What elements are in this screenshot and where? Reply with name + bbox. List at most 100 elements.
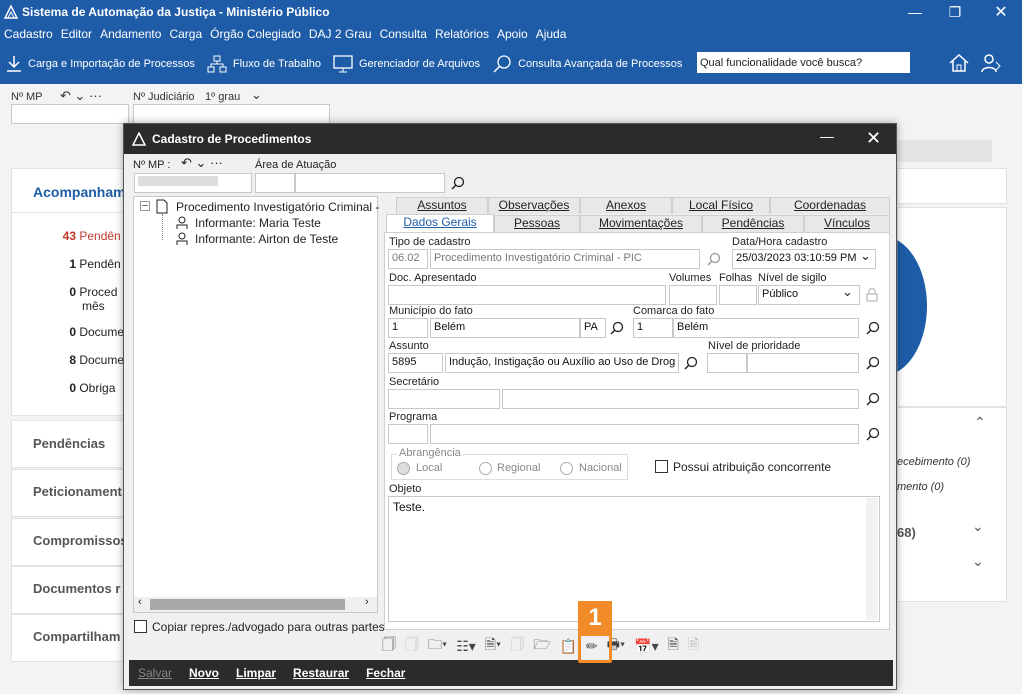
search-icon[interactable] bbox=[684, 356, 698, 370]
menu-daj2grau[interactable]: DAJ 2 Grau bbox=[305, 27, 376, 41]
prioridade-name-field[interactable] bbox=[747, 353, 859, 373]
document-edit-icon[interactable]: 🗎 bbox=[668, 634, 679, 658]
tab-local-fisico[interactable]: Local Físico bbox=[672, 197, 770, 214]
fechar-button[interactable]: Fechar bbox=[366, 666, 405, 680]
menu-apoio[interactable]: Apoio bbox=[493, 27, 532, 41]
chevron-down-icon[interactable]: ⌄ bbox=[251, 87, 262, 103]
stat-row[interactable]: 0 Docume bbox=[56, 325, 131, 339]
feature-search-input[interactable] bbox=[697, 52, 910, 73]
search-icon[interactable] bbox=[451, 176, 465, 190]
scroll-right-icon[interactable]: › bbox=[365, 596, 369, 608]
area-code-field[interactable] bbox=[255, 173, 295, 193]
gerenciador-arquivos-button[interactable]: Gerenciador de Arquivos bbox=[333, 55, 480, 73]
restaurar-button[interactable]: Restaurar bbox=[293, 666, 349, 680]
search-icon[interactable] bbox=[866, 321, 880, 335]
search-icon[interactable] bbox=[866, 427, 880, 441]
fluxo-trabalho-button[interactable]: Fluxo de Trabalho bbox=[207, 55, 321, 73]
menu-orgao-colegiado[interactable]: Órgão Colegiado bbox=[206, 27, 305, 41]
collapse-icon[interactable]: – bbox=[140, 201, 150, 211]
stat-row[interactable]: 8 Docume bbox=[56, 353, 131, 367]
tab-pessoas[interactable]: Pessoas bbox=[494, 215, 580, 232]
menu-consulta[interactable]: Consulta bbox=[376, 27, 431, 41]
restore-icon[interactable]: ❐ bbox=[934, 0, 976, 24]
consulta-avancada-button[interactable]: Consulta Avançada de Processos bbox=[492, 55, 682, 73]
minimize-icon[interactable]: — bbox=[894, 0, 936, 24]
radio-local[interactable] bbox=[397, 462, 410, 475]
right-item[interactable]: mento (0) bbox=[897, 481, 944, 493]
right-item[interactable]: ecebimento (0) bbox=[897, 456, 970, 468]
doc-field[interactable] bbox=[388, 285, 666, 305]
undo-icon[interactable]: ↶ ⌄ ··· bbox=[181, 155, 223, 171]
municipio-code-field[interactable]: 1 bbox=[388, 318, 428, 338]
concorrente-checkbox[interactable] bbox=[655, 460, 668, 473]
open-folder-icon[interactable]: 🗁 bbox=[533, 634, 550, 658]
user-switch-icon[interactable] bbox=[980, 52, 1002, 74]
datahora-field[interactable]: 25/03/2023 03:10:59 PM bbox=[732, 249, 876, 269]
close-icon[interactable]: ✕ bbox=[866, 128, 881, 149]
calendar-icon[interactable]: 📅▾ bbox=[634, 638, 658, 655]
limpar-button[interactable]: Limpar bbox=[236, 666, 276, 680]
folder-icon[interactable]: 🗀▾ bbox=[428, 634, 447, 658]
menu-carga[interactable]: Carga bbox=[165, 27, 206, 41]
search-icon[interactable] bbox=[866, 356, 880, 370]
menu-ajuda[interactable]: Ajuda bbox=[532, 27, 571, 41]
secretario-code-field[interactable] bbox=[388, 389, 500, 409]
chevron-down-icon[interactable]: ⌄ bbox=[842, 284, 853, 300]
copiar-checkbox[interactable] bbox=[134, 620, 147, 633]
objeto-scrollbar[interactable] bbox=[866, 498, 878, 620]
programa-code-field[interactable] bbox=[388, 424, 428, 444]
municipio-name-field[interactable]: Belém bbox=[430, 318, 580, 338]
tab-dados-gerais[interactable]: Dados Gerais bbox=[386, 214, 494, 232]
tipo-desc-field[interactable]: Procedimento Investigatório Criminal - P… bbox=[430, 249, 700, 269]
close-icon[interactable]: ✕ bbox=[980, 0, 1022, 24]
stat-row[interactable]: 43 Pendên bbox=[56, 229, 131, 243]
menu-cadastro[interactable]: Cadastro bbox=[0, 27, 57, 41]
add-document-icon[interactable]: 🗍 bbox=[382, 634, 396, 658]
programa-name-field[interactable] bbox=[430, 424, 859, 444]
tree-child-item[interactable]: Informante: Airton de Teste bbox=[195, 232, 338, 246]
radio-regional[interactable] bbox=[479, 462, 492, 475]
area-name-field[interactable] bbox=[295, 173, 445, 193]
carga-importacao-button[interactable]: Carga e Importação de Processos bbox=[6, 55, 195, 73]
search-icon[interactable] bbox=[707, 252, 721, 266]
tab-coordenadas[interactable]: Coordenadas bbox=[770, 197, 890, 214]
secretario-name-field[interactable] bbox=[502, 389, 859, 409]
minimize-icon[interactable]: — bbox=[820, 128, 834, 144]
tab-observacoes[interactable]: Observações bbox=[488, 197, 580, 214]
undo-icon[interactable]: ↶ ⌄ ··· bbox=[60, 88, 102, 104]
search-icon[interactable] bbox=[866, 392, 880, 406]
tree-child-item[interactable]: Informante: Maria Teste bbox=[195, 216, 321, 230]
municipio-uf-field[interactable]: PA bbox=[580, 318, 606, 338]
chevron-up-icon[interactable]: ⌃ bbox=[974, 414, 986, 431]
objeto-textarea[interactable]: Teste. bbox=[388, 496, 880, 622]
stat-row[interactable]: 0 Proced mês bbox=[56, 285, 131, 313]
chevron-down-icon[interactable]: ⌄ bbox=[972, 553, 984, 570]
nmp-field[interactable] bbox=[134, 173, 252, 193]
prioridade-code-field[interactable] bbox=[707, 353, 747, 373]
tipo-code-field[interactable]: 06.02 bbox=[388, 249, 428, 269]
chevron-down-icon[interactable]: ⌄ bbox=[972, 518, 984, 535]
bg-njud-field[interactable] bbox=[133, 104, 330, 124]
novo-button[interactable]: Novo bbox=[189, 666, 219, 680]
assunto-desc-field[interactable]: Indução, Instigação ou Auxílio ao Uso de… bbox=[445, 353, 679, 373]
clipboard-copy-icon[interactable]: 📋 bbox=[560, 638, 577, 655]
documents-stack-icon[interactable]: 🗎▾ bbox=[485, 634, 501, 658]
tab-movimentacoes[interactable]: Movimentações bbox=[580, 215, 702, 232]
scroll-left-icon[interactable]: ‹ bbox=[138, 596, 142, 608]
menu-relatorios[interactable]: Relatórios bbox=[431, 27, 493, 41]
home-icon[interactable] bbox=[948, 52, 970, 74]
folhas-field[interactable] bbox=[719, 285, 757, 305]
radio-nacional[interactable] bbox=[560, 462, 573, 475]
tab-pendencias[interactable]: Pendências bbox=[702, 215, 804, 232]
assunto-code-field[interactable]: 5895 bbox=[388, 353, 443, 373]
chevron-down-icon[interactable]: ⌄ bbox=[860, 248, 871, 264]
comarca-code-field[interactable]: 1 bbox=[633, 318, 673, 338]
menu-editor[interactable]: Editor bbox=[57, 27, 96, 41]
scroll-thumb[interactable] bbox=[150, 599, 345, 610]
tab-vinculos[interactable]: Vínculos bbox=[804, 215, 890, 232]
stat-row[interactable]: 1 Pendên bbox=[56, 257, 131, 271]
volumes-field[interactable] bbox=[669, 285, 717, 305]
comarca-name-field[interactable]: Belém bbox=[673, 318, 859, 338]
tree-root-item[interactable]: Procedimento Investigatório Criminal - bbox=[176, 200, 379, 214]
tree-structure-icon[interactable]: ☷▾ bbox=[456, 638, 476, 655]
